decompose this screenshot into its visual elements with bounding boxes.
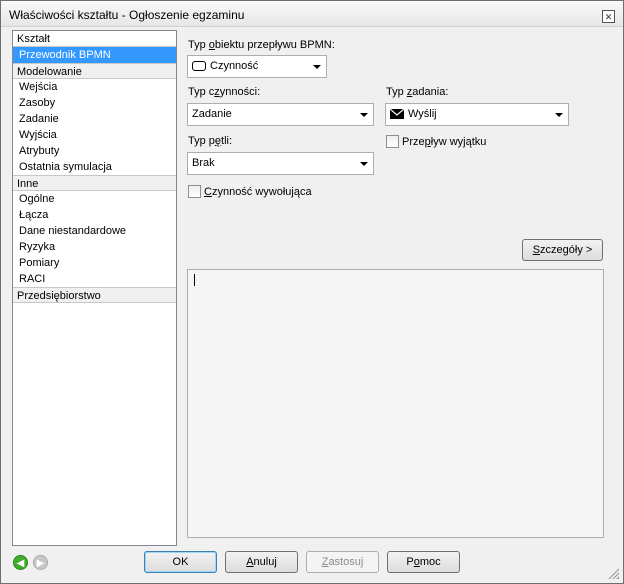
- task-type-label: Typ zadania:: [386, 86, 449, 98]
- nav-item-general[interactable]: Ogólne: [13, 191, 176, 207]
- nav-item-resources[interactable]: Zasoby: [13, 95, 176, 111]
- nav-item-risks[interactable]: Ryzyka: [13, 239, 176, 255]
- nav-header-other: Inne: [13, 175, 176, 191]
- nav-item-inputs[interactable]: Wejścia: [13, 79, 176, 95]
- cancel-button[interactable]: Anuluj: [225, 551, 298, 573]
- task-type-select[interactable]: Wyślij: [385, 103, 569, 126]
- nav-item-task[interactable]: Zadanie: [13, 111, 176, 127]
- nav-item-attributes[interactable]: Atrybuty: [13, 143, 176, 159]
- activity-type-label: Typ czynności:: [188, 86, 261, 98]
- exception-flow-checkbox[interactable]: [386, 135, 399, 148]
- exception-flow-label: Przepływ wyjątku: [402, 136, 487, 148]
- nav-item-measures[interactable]: Pomiary: [13, 255, 176, 271]
- flow-object-type-select[interactable]: Czynność: [187, 55, 327, 78]
- nav-item-custom-data[interactable]: Dane niestandardowe: [13, 223, 176, 239]
- apply-button[interactable]: Zastosuj: [306, 551, 379, 573]
- nav-header-modeling: Modelowanie: [13, 63, 176, 79]
- nav-item-links[interactable]: Łącza: [13, 207, 176, 223]
- forward-arrow-icon[interactable]: ▶: [33, 555, 48, 570]
- chevron-down-icon: [313, 65, 321, 69]
- nav-header-enterprise[interactable]: Przedsiębiorstwo: [13, 287, 176, 303]
- loop-type-label: Typ pętli:: [188, 135, 233, 147]
- call-activity-checkbox[interactable]: [188, 185, 201, 198]
- nav-header-shape: Kształt: [13, 31, 176, 47]
- back-arrow-icon[interactable]: ◀: [13, 555, 28, 570]
- help-button[interactable]: Pomoc: [387, 551, 460, 573]
- activity-type-select[interactable]: Zadanie: [187, 103, 374, 126]
- nav-item-last-simulation[interactable]: Ostatnia symulacja: [13, 159, 176, 175]
- close-icon[interactable]: [602, 10, 615, 23]
- text-caret: [194, 274, 195, 286]
- nav-item-bpmn-guide[interactable]: Przewodnik BPMN: [13, 47, 176, 63]
- nav-item-outputs[interactable]: Wyjścia: [13, 127, 176, 143]
- flow-object-type-label: Typ obiektu przepływu BPMN:: [188, 39, 335, 51]
- chevron-down-icon: [360, 113, 368, 117]
- category-tree: Kształt Przewodnik BPMN Modelowanie Wejś…: [12, 30, 177, 546]
- title-bar: Właściwości kształtu - Ogłoszenie egzami…: [1, 1, 623, 27]
- chevron-down-icon: [555, 113, 563, 117]
- rounded-rect-icon: [192, 60, 206, 71]
- shape-properties-dialog: Właściwości kształtu - Ogłoszenie egzami…: [0, 0, 624, 584]
- window-title: Właściwości kształtu - Ogłoszenie egzami…: [9, 8, 245, 22]
- nav-item-raci[interactable]: RACI: [13, 271, 176, 287]
- call-activity-label: Czynność wywołująca: [204, 186, 312, 198]
- resize-grip-icon[interactable]: [607, 567, 619, 579]
- details-button[interactable]: Szczegóły >: [522, 239, 603, 261]
- envelope-icon: [390, 108, 404, 119]
- description-textarea[interactable]: [187, 269, 604, 538]
- chevron-down-icon: [360, 162, 368, 166]
- loop-type-select[interactable]: Brak: [187, 152, 374, 175]
- ok-button[interactable]: OK: [144, 551, 217, 573]
